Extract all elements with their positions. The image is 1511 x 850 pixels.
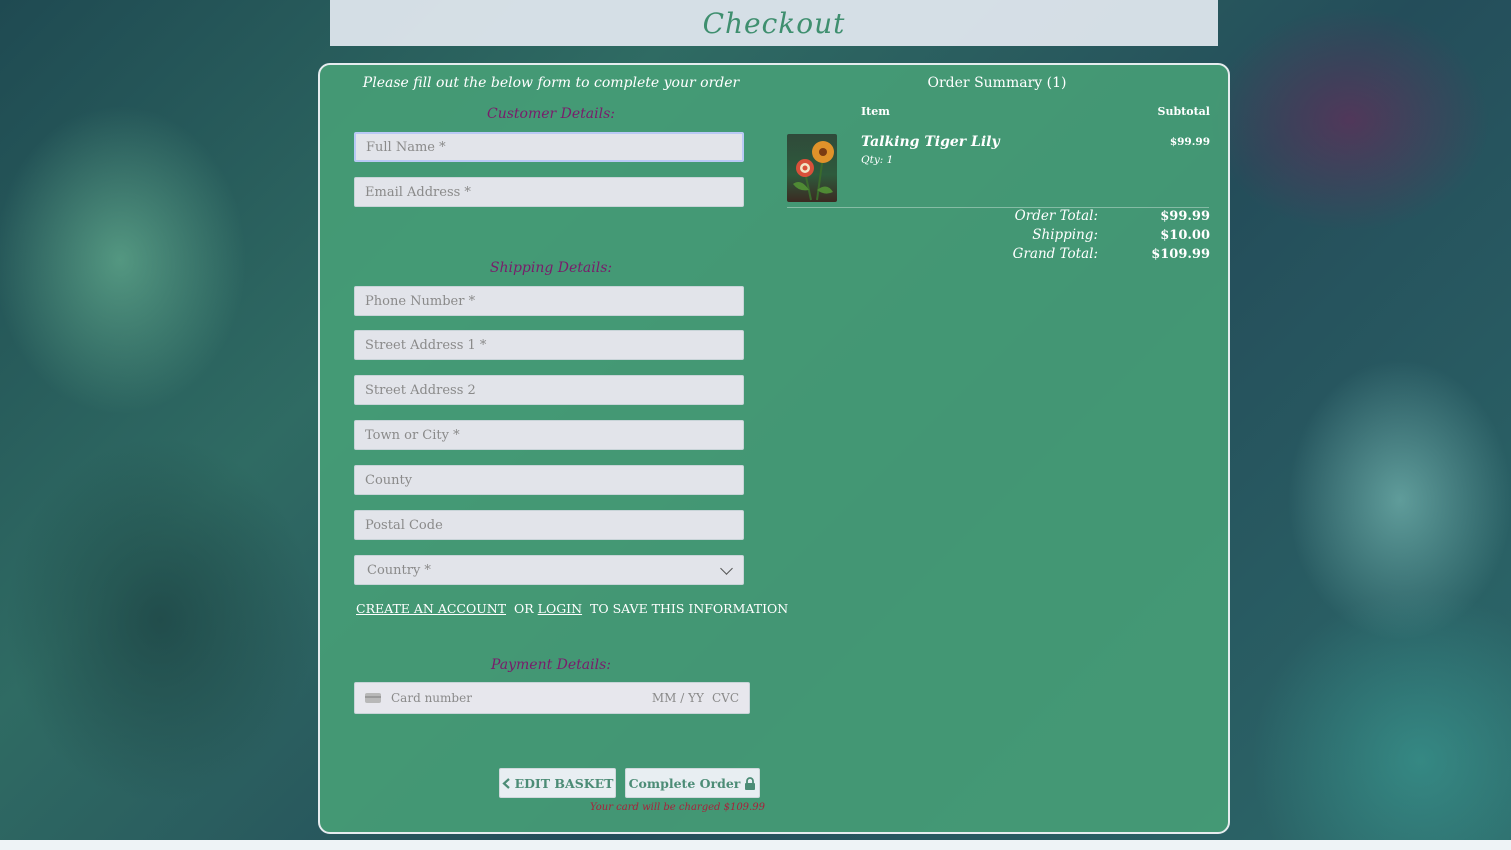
payment-details-title: Payment Details: (490, 657, 612, 673)
flower-illustration (793, 141, 834, 201)
town-city-input[interactable] (354, 420, 744, 450)
phone-input[interactable] (354, 286, 744, 316)
street-address-1-input[interactable] (354, 330, 744, 360)
charge-note: Your card will be charged $109.99 (590, 802, 765, 813)
postal-code-input[interactable] (354, 510, 744, 540)
lock-icon (745, 776, 756, 790)
chevron-left-icon (501, 777, 510, 789)
or-text: OR (513, 601, 534, 616)
customer-details-title: Customer Details: (486, 106, 615, 122)
complete-order-label: Complete Order (628, 775, 741, 791)
edit-basket-label: EDIT BASKET (514, 775, 614, 791)
edit-basket-button[interactable]: EDIT BASKET (499, 768, 616, 798)
country-select-value: Country * (367, 562, 431, 578)
order-total-value: $99.99 (1160, 209, 1210, 224)
checkout-panel: Please fill out the below form to comple… (318, 63, 1230, 834)
subtotal-column-header: Subtotal (1157, 105, 1210, 118)
credit-card-icon (365, 693, 381, 703)
product-qty: Qty: 1 (861, 154, 894, 166)
item-column-header: Item (861, 105, 890, 118)
email-input[interactable] (354, 177, 744, 207)
complete-order-button[interactable]: Complete Order (625, 768, 760, 798)
shipping-value: $10.00 (1160, 228, 1210, 243)
card-cvc-field[interactable]: CVC (712, 691, 739, 705)
form-intro: Please fill out the below form to comple… (362, 75, 740, 91)
account-prompt: CREATE AN ACCOUNT OR LOGIN TO SAVE THIS … (356, 601, 788, 616)
page-title: Checkout (702, 6, 846, 40)
county-input[interactable] (354, 465, 744, 495)
shipping-details-title: Shipping Details: (489, 260, 613, 276)
product-name: Talking Tiger Lily (861, 134, 1000, 150)
chevron-down-icon (720, 561, 733, 575)
product-price: $99.99 (1169, 136, 1210, 148)
card-element[interactable]: Card number MM / YY CVC (354, 682, 750, 714)
save-info-text: TO SAVE THIS INFORMATION (590, 601, 789, 616)
grand-total-label: Grand Total: (1012, 246, 1098, 262)
order-total-label: Order Total: (1014, 208, 1098, 224)
order-summary-title: Order Summary (1) (927, 75, 1067, 91)
shipping-label: Shipping: (1032, 227, 1098, 243)
page-header: Checkout (330, 0, 1218, 46)
summary-divider (787, 207, 1209, 208)
product-image (787, 134, 837, 202)
country-select[interactable]: Country * (354, 555, 744, 585)
street-address-2-input[interactable] (354, 375, 744, 405)
page-footer-strip (0, 840, 1511, 850)
grand-total-value: $109.99 (1151, 247, 1210, 262)
card-number-field[interactable]: Card number (391, 691, 652, 705)
card-expiry-field[interactable]: MM / YY (652, 691, 704, 705)
full-name-input[interactable] (354, 132, 744, 162)
login-link[interactable]: LOGIN (538, 601, 582, 616)
create-account-link[interactable]: CREATE AN ACCOUNT (356, 601, 506, 616)
